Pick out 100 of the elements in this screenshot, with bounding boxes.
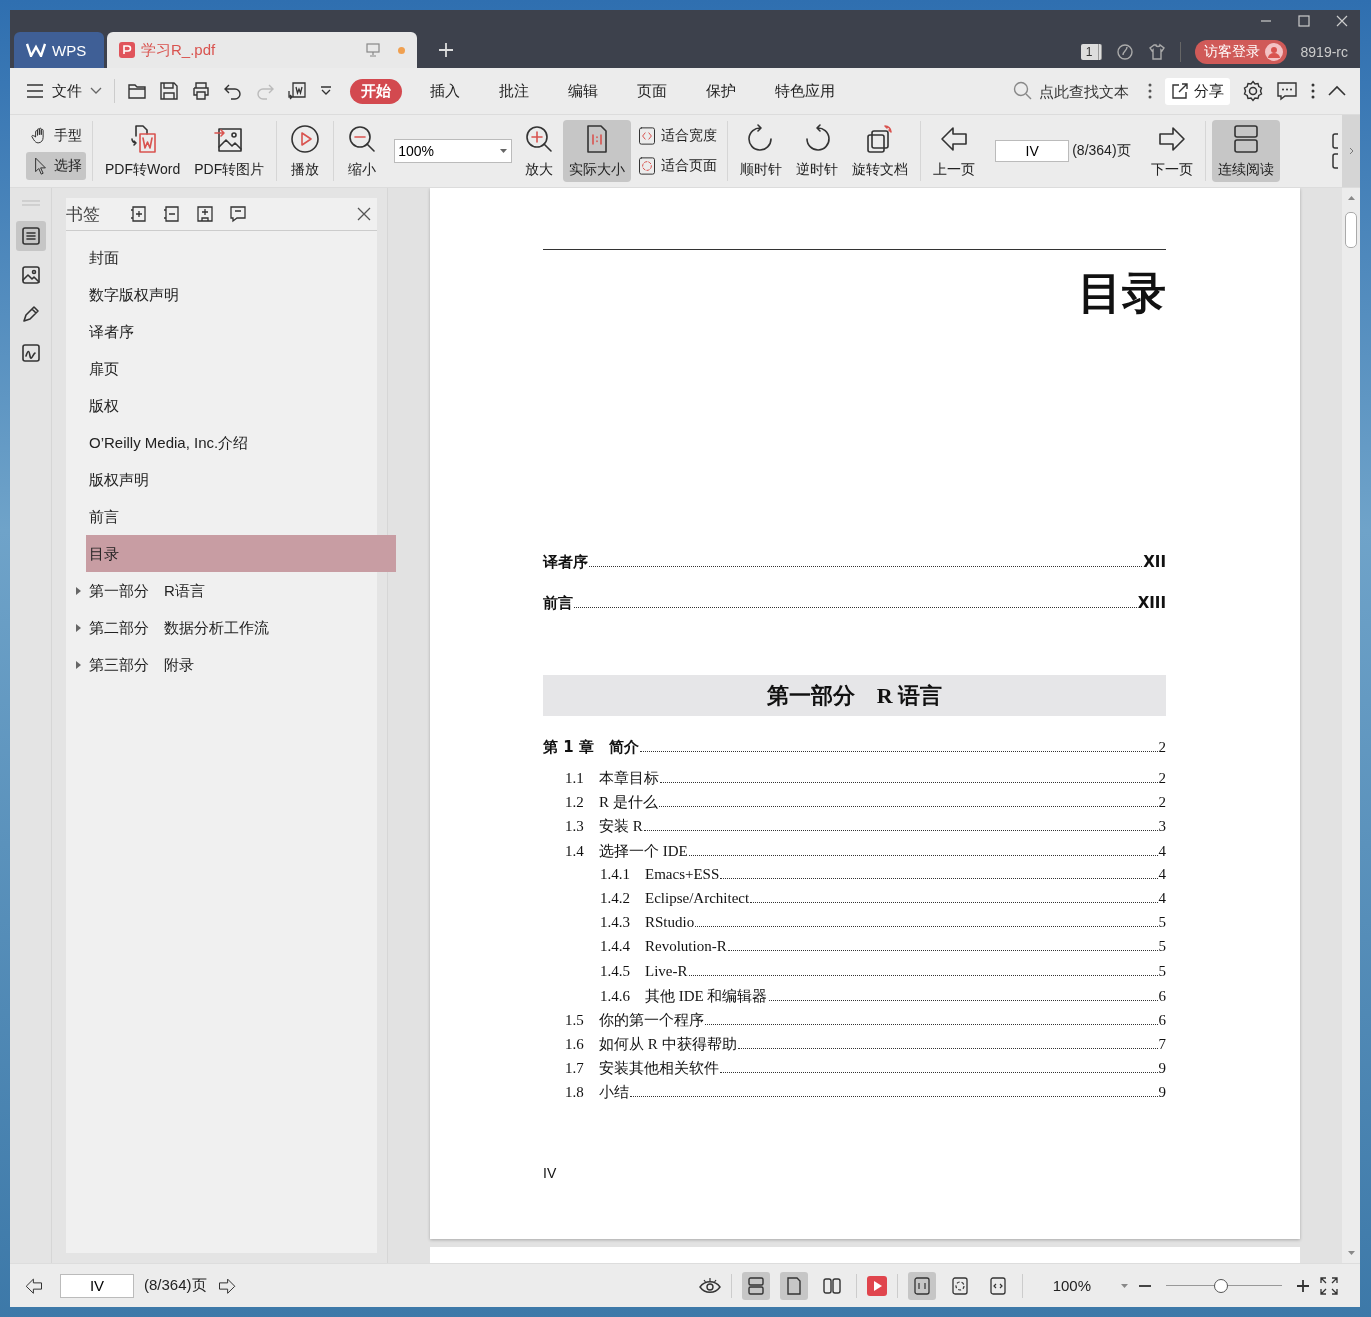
- section-number: 1.4.4: [600, 938, 631, 956]
- toolbar-button[interactable]: 选择: [26, 152, 86, 180]
- close-icon[interactable]: [357, 207, 371, 221]
- print-icon[interactable]: [191, 81, 211, 101]
- export-icon[interactable]: [287, 81, 307, 101]
- toolbar-button[interactable]: 旋转文档: [846, 120, 915, 182]
- caret-icon[interactable]: [74, 587, 82, 595]
- page-number-field[interactable]: IV: [60, 1273, 134, 1298]
- page-title: 目录: [1078, 266, 1166, 320]
- bookmark-item[interactable]: 扉页: [86, 350, 396, 387]
- caret-icon[interactable]: [74, 624, 82, 632]
- bookmark-item[interactable]: 译者序: [86, 313, 396, 350]
- folder-icon[interactable]: [127, 81, 147, 101]
- fullscreen-icon[interactable]: [1320, 1276, 1338, 1295]
- bookmark-item[interactable]: 前言: [86, 498, 396, 535]
- bookmark-item[interactable]: 第二部分 数据分析工作流: [86, 609, 396, 646]
- toc-title: 本章目标: [599, 769, 659, 788]
- page-number-field[interactable]: IV: [995, 140, 1070, 162]
- caret-icon[interactable]: [74, 661, 82, 669]
- bookmark-icon[interactable]: [229, 205, 247, 223]
- settings-icon[interactable]: [1242, 80, 1264, 102]
- expand-all-icon[interactable]: [130, 205, 148, 223]
- scroll-down-icon[interactable]: [1347, 1251, 1355, 1255]
- toolbar-button[interactable]: 逆时针: [790, 120, 845, 182]
- maximize-icon[interactable]: [1298, 15, 1310, 27]
- zoom-field[interactable]: 100%: [394, 139, 513, 163]
- more-icon[interactable]: [1310, 82, 1316, 100]
- fit-page-icon: [637, 156, 658, 176]
- search-icon: [1013, 81, 1033, 101]
- section-number: 1.7: [565, 1060, 585, 1078]
- window-count-badge[interactable]: 1: [1080, 43, 1102, 60]
- share-button[interactable]: 分享: [1165, 77, 1230, 105]
- eye-icon[interactable]: [698, 1276, 721, 1295]
- left-arrow-icon[interactable]: [24, 1275, 44, 1296]
- single-page-button[interactable]: [779, 1271, 808, 1300]
- continuous-view-button[interactable]: [741, 1271, 770, 1300]
- menu-tab[interactable]: 插入: [419, 78, 471, 104]
- more-icon[interactable]: [1147, 82, 1153, 100]
- toc-title: 译者序: [543, 553, 588, 572]
- menu-tab[interactable]: 编辑: [557, 78, 609, 104]
- bookmark-item[interactable]: 版权: [86, 387, 396, 424]
- actual-size-button[interactable]: [907, 1271, 936, 1300]
- file-menu-button[interactable]: 文件: [26, 81, 102, 101]
- chevron-right-icon: [1348, 147, 1354, 155]
- plus-icon[interactable]: [1296, 1278, 1310, 1293]
- zoom-level[interactable]: 100%: [1052, 1277, 1091, 1294]
- toolbar-button[interactable]: 下一页: [1144, 120, 1199, 182]
- bookmark-item[interactable]: 第三部分 附录: [86, 646, 396, 683]
- toc-page-number: 7: [1158, 1036, 1166, 1054]
- menu-tab[interactable]: 批注: [488, 78, 540, 104]
- toolbar-button[interactable]: 连续阅读: [1211, 120, 1280, 182]
- skin-icon[interactable]: [1115, 42, 1134, 61]
- toolbar-button[interactable]: 适合宽度: [633, 122, 722, 150]
- document-tab[interactable]: WPS: [14, 32, 104, 68]
- new-tab-icon[interactable]: [438, 42, 454, 58]
- collapse-all-icon[interactable]: [163, 205, 181, 223]
- layout-icon[interactable]: [1332, 132, 1338, 170]
- menu-tab[interactable]: 页面: [626, 78, 678, 104]
- toolbar-button[interactable]: 顺时针: [734, 120, 789, 182]
- collapse-icon[interactable]: [1328, 85, 1346, 97]
- menu-tab[interactable]: 特色应用: [764, 78, 846, 104]
- toolbar-button[interactable]: PDF转Word: [99, 120, 187, 182]
- bookmark-item[interactable]: 目录: [86, 535, 396, 572]
- toolbar-button[interactable]: PDF转图片: [188, 120, 271, 182]
- two-column-icon: [822, 1276, 841, 1295]
- toolbar-button[interactable]: 手型: [26, 122, 86, 150]
- shirt-icon[interactable]: [1147, 42, 1166, 61]
- scroll-up-icon[interactable]: [1347, 196, 1355, 200]
- section-number: 1.4.1: [600, 865, 631, 883]
- slider-thumb[interactable]: [1213, 1278, 1228, 1293]
- play-icon[interactable]: [866, 1275, 887, 1296]
- toc-page-number: 4: [1158, 889, 1166, 907]
- bookmark-item[interactable]: 版权声明: [86, 461, 396, 498]
- caret-icon[interactable]: [1121, 1283, 1128, 1288]
- section-number: 1.4.2: [600, 889, 631, 907]
- comment-icon[interactable]: [1276, 81, 1298, 101]
- search-field[interactable]: 点此查找文本: [1013, 81, 1135, 101]
- user-name[interactable]: 8919-rc: [1300, 43, 1348, 60]
- sidebar-tab[interactable]: [15, 221, 46, 251]
- toolbar-button[interactable]: 适合页面: [633, 152, 722, 180]
- add-bookmark-icon[interactable]: [196, 205, 214, 223]
- bookmark-item[interactable]: 封面: [86, 239, 396, 276]
- bookmark-item[interactable]: 第一部分 R语言: [86, 572, 396, 609]
- scrollbar-thumb[interactable]: [1345, 212, 1357, 248]
- menu-tab[interactable]: 开始: [350, 78, 402, 104]
- section-number: 1.8: [565, 1084, 585, 1102]
- login-button[interactable]: 访客登录: [1194, 39, 1287, 64]
- toc-title: RStudio: [645, 914, 695, 932]
- toolbar-button[interactable]: 播放: [283, 120, 328, 182]
- toolbar-button[interactable]: 放大: [517, 120, 562, 182]
- menu-tab[interactable]: 保护: [695, 78, 747, 104]
- toolbar-button[interactable]: 实际大小: [563, 120, 632, 182]
- part-heading: 第一部分 R 语言: [543, 675, 1166, 716]
- bookmark-item[interactable]: O’Reilly Media, Inc.介绍: [86, 424, 396, 461]
- toc-title: 安装 R: [599, 817, 643, 837]
- bookmark-item[interactable]: 数字版权声明: [86, 276, 396, 313]
- save-icon[interactable]: [159, 81, 179, 101]
- signature-icon: [19, 342, 42, 364]
- toolbar-button[interactable]: 上一页: [927, 120, 982, 182]
- toolbar-button[interactable]: 缩小: [340, 120, 385, 182]
